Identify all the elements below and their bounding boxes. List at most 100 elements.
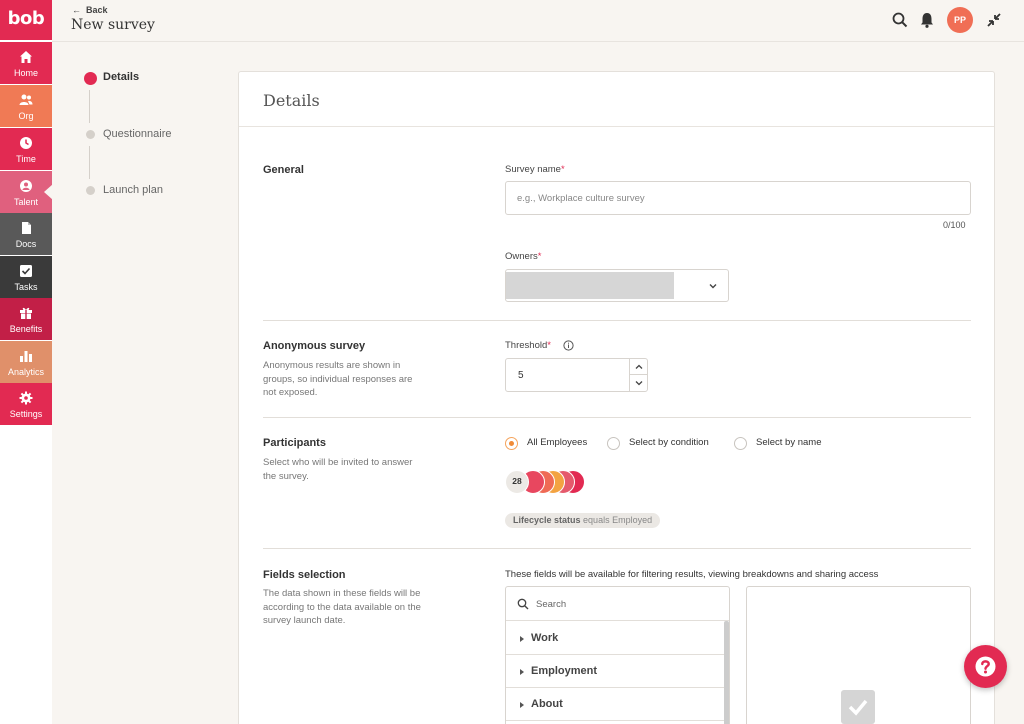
step-connector: [89, 90, 90, 123]
condition-value: Employed: [612, 515, 653, 525]
sidebar-item-settings[interactable]: Settings: [0, 383, 52, 425]
increment-button[interactable]: [629, 359, 648, 375]
radio-label-select-by-condition[interactable]: Select by condition: [629, 437, 709, 448]
step-connector: [89, 146, 90, 179]
bob-logo[interactable]: bob: [0, 0, 52, 40]
field-group-employment[interactable]: Employment: [506, 654, 724, 688]
radio-label-select-by-name[interactable]: Select by name: [756, 437, 821, 448]
sidebar-item-label: Tasks: [14, 282, 38, 292]
details-card: Details General Survey name* 0/100 Owner…: [238, 71, 995, 724]
owners-select[interactable]: [505, 269, 729, 302]
survey-name-input[interactable]: [505, 181, 971, 215]
person-icon: [20, 180, 32, 192]
owners-value-redacted: [506, 272, 674, 299]
step-label: Launch plan: [103, 184, 163, 196]
sidebar-item-label: Docs: [15, 239, 37, 249]
participant-avatars[interactable]: 28: [505, 470, 595, 496]
help-button[interactable]: [964, 645, 1007, 688]
gear-icon: [19, 391, 33, 405]
fields-search: [506, 587, 729, 621]
field-group-label: About: [531, 698, 563, 710]
section-title-participants: Participants: [263, 437, 326, 449]
chevron-down-icon: [709, 284, 717, 289]
radio-select-by-name[interactable]: [734, 437, 747, 450]
active-indicator: [44, 184, 53, 200]
owners-label: Owners*: [505, 251, 542, 262]
radio-select-by-condition[interactable]: [607, 437, 620, 450]
sidebar-item-label: Benefits: [9, 324, 43, 334]
step-label: Questionnaire: [103, 128, 172, 140]
character-counter: 0/100: [943, 220, 966, 230]
avatar[interactable]: PP: [947, 7, 973, 33]
collapse-icon[interactable]: [985, 11, 1003, 29]
section-title-general: General: [263, 164, 304, 176]
section-divider: [263, 548, 971, 549]
radio-all-employees[interactable]: [505, 437, 518, 450]
divider: [239, 126, 994, 127]
threshold-value: 5: [518, 370, 524, 381]
survey-name-label: Survey name*: [505, 164, 565, 175]
section-description: Select who will be invited to answer the…: [263, 457, 413, 482]
sidebar-item-benefits[interactable]: Benefits: [0, 298, 52, 340]
arrow-left-icon: ←: [72, 5, 81, 15]
document-icon: [22, 222, 31, 234]
step-label: Details: [103, 71, 140, 83]
card-title: Details: [263, 91, 320, 110]
sidebar-item-label: Settings: [9, 409, 43, 419]
scrollbar[interactable]: [724, 621, 729, 724]
checkmark-icon: [841, 690, 875, 724]
sidebar-item-label: Analytics: [7, 367, 44, 377]
threshold-label: Threshold*: [505, 340, 551, 351]
section-description: Anonymous results are shown in groups, s…: [263, 360, 413, 398]
fields-search-input[interactable]: [536, 595, 716, 613]
fields-list: Work Employment About: [505, 586, 730, 724]
people-icon: [19, 94, 33, 105]
caret-right-icon: [520, 669, 524, 675]
field-group-label: Work: [531, 632, 559, 644]
sidebar-item-label: Home: [13, 68, 38, 78]
section-title-fields-selection: Fields selection: [263, 569, 346, 581]
step-indicator: [84, 72, 97, 85]
condition-operator: equals: [583, 515, 610, 525]
sidebar-item-home[interactable]: Home: [0, 42, 52, 84]
caret-right-icon: [520, 636, 524, 642]
page-title: New survey: [71, 17, 155, 33]
sidebar-item-analytics[interactable]: Analytics: [0, 341, 52, 383]
step-indicator: [86, 130, 95, 139]
field-group-label: Employment: [531, 665, 598, 677]
question-icon: [975, 656, 996, 677]
section-description: The data shown in these fields will be a…: [263, 588, 421, 626]
page-header: ← Back New survey PP: [52, 0, 1024, 42]
clock-icon: [20, 137, 32, 149]
home-icon: [20, 51, 32, 63]
sidebar-item-docs[interactable]: Docs: [0, 213, 52, 255]
checkbox-icon: [20, 265, 32, 277]
sidebar-item-org[interactable]: Org: [0, 85, 52, 127]
field-group-work[interactable]: Work: [506, 621, 724, 655]
threshold-stepper[interactable]: 5: [505, 358, 648, 392]
section-divider: [263, 417, 971, 418]
sidebar-item-label: Org: [18, 111, 34, 121]
decrement-button[interactable]: [629, 375, 648, 391]
step-indicator: [86, 186, 95, 195]
search-icon[interactable]: [891, 11, 909, 29]
field-group-about[interactable]: About: [506, 687, 724, 721]
back-label: Back: [86, 5, 108, 15]
participant-count: 28: [505, 470, 529, 494]
gift-icon: [20, 307, 32, 319]
sidebar-item-label: Time: [16, 154, 36, 164]
bell-icon[interactable]: [918, 11, 936, 29]
info-icon[interactable]: [563, 340, 574, 351]
section-divider: [263, 320, 971, 321]
radio-label-all-employees[interactable]: All Employees: [527, 437, 587, 448]
caret-right-icon: [520, 702, 524, 708]
selected-fields-panel: [746, 586, 971, 724]
condition-chip: Lifecycle status equals Employed: [505, 513, 661, 528]
fields-note: These fields will be available for filte…: [505, 569, 879, 580]
search-icon: [517, 598, 529, 610]
back-link[interactable]: ← Back: [72, 5, 108, 15]
sidebar-item-talent[interactable]: Talent: [0, 171, 53, 213]
sidebar-item-tasks[interactable]: Tasks: [0, 256, 52, 298]
sidebar-item-time[interactable]: Time: [0, 128, 52, 170]
bar-chart-icon: [20, 351, 32, 362]
